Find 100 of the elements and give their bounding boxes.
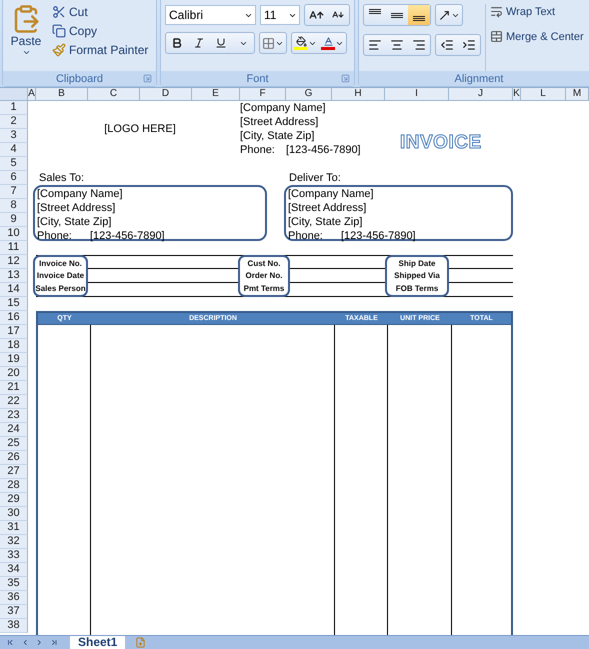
row-header[interactable]: 27 xyxy=(0,465,28,479)
paint-bucket-icon xyxy=(294,36,308,50)
column-header[interactable]: H xyxy=(332,88,385,100)
column-header[interactable]: L xyxy=(521,88,566,100)
align-center-icon xyxy=(390,38,404,52)
row-header[interactable]: 20 xyxy=(0,367,28,381)
logo-placeholder-text: [LOGO HERE] xyxy=(104,122,176,137)
row-header[interactable]: 22 xyxy=(0,395,28,409)
column-header[interactable]: C xyxy=(88,88,140,100)
column-header[interactable]: E xyxy=(192,88,240,100)
column-header[interactable]: B xyxy=(36,88,88,100)
column-header[interactable]: A xyxy=(28,88,36,100)
caret-icon xyxy=(22,48,30,57)
merge-cells-icon xyxy=(490,30,503,43)
group-label: Alignment xyxy=(454,72,504,84)
column-header[interactable]: F xyxy=(240,88,286,100)
merge-center-button[interactable]: Merge & Center xyxy=(489,29,585,44)
row-header[interactable]: 8 xyxy=(0,199,28,213)
row-header[interactable]: 17 xyxy=(0,325,28,339)
paintbrush-icon xyxy=(52,43,66,57)
row-header[interactable]: 30 xyxy=(0,507,28,521)
info-label: Ship Date xyxy=(398,258,436,268)
row-header[interactable]: 32 xyxy=(0,535,28,549)
row-header[interactable]: 33 xyxy=(0,549,28,563)
column-header[interactable]: J xyxy=(449,88,513,100)
row-header[interactable]: 37 xyxy=(0,605,28,619)
cut-button[interactable]: Cut xyxy=(51,4,150,20)
row-header[interactable]: 3 xyxy=(0,129,28,143)
row-header[interactable]: 35 xyxy=(0,577,28,591)
address-text: [Street Address] xyxy=(37,201,116,215)
row-header[interactable]: 2 xyxy=(0,115,28,129)
info-label: Invoice No. xyxy=(39,258,82,268)
align-right-icon xyxy=(412,38,426,52)
font-color-icon xyxy=(321,36,335,50)
phone-label: Phone: xyxy=(240,143,276,157)
row-header[interactable]: 1 xyxy=(0,101,28,115)
address-heading: Deliver To: xyxy=(288,171,342,185)
decrease-indent-icon xyxy=(440,38,454,52)
address-text: [City, State Zip] xyxy=(37,215,112,229)
row-header[interactable]: 9 xyxy=(0,213,28,227)
column-header[interactable]: K xyxy=(513,88,521,100)
row-header[interactable]: 6 xyxy=(0,171,28,185)
sheet-tab[interactable]: Sheet1 xyxy=(70,636,126,649)
row-header[interactable]: 16 xyxy=(0,311,28,325)
row-header[interactable]: 34 xyxy=(0,563,28,577)
paste-button[interactable]: Paste xyxy=(7,4,45,71)
bottom-align-button[interactable] xyxy=(408,5,430,25)
column-header[interactable]: D xyxy=(140,88,192,100)
diagonal-arrow-icon xyxy=(438,8,451,22)
address-text: [Company Name] xyxy=(37,187,123,201)
info-label: Sales Person xyxy=(35,284,86,294)
info-label: FOB Terms xyxy=(396,284,438,294)
column-header[interactable]: G xyxy=(286,88,332,100)
row-header[interactable]: 13 xyxy=(0,269,28,283)
invoice-title: INVOICE xyxy=(400,132,482,154)
font-size-field[interactable]: 11 xyxy=(260,5,300,25)
row-header[interactable]: 26 xyxy=(0,451,28,465)
row-header[interactable]: 36 xyxy=(0,591,28,605)
info-label: Cust No. xyxy=(248,258,280,268)
painter-button[interactable]: Format Painter xyxy=(51,42,150,58)
last-sheet-icon[interactable] xyxy=(50,638,58,647)
row-header[interactable]: 18 xyxy=(0,339,28,353)
bold-icon xyxy=(171,37,183,49)
row-header[interactable]: 4 xyxy=(0,143,28,157)
group-label: Font xyxy=(246,72,268,84)
row-header[interactable]: 21 xyxy=(0,381,28,395)
wrap-text-button[interactable]: Wrap Text xyxy=(489,4,585,19)
company-text: [City, State Zip] xyxy=(240,129,316,143)
row-header[interactable]: 12 xyxy=(0,255,28,269)
row-header[interactable]: 24 xyxy=(0,423,28,437)
phone-number: [123-456-7890] xyxy=(341,229,416,243)
info-label: Invoice Date xyxy=(36,271,84,280)
column-header[interactable]: M xyxy=(566,88,589,100)
row-header[interactable]: 25 xyxy=(0,437,28,451)
copy-button[interactable]: Copy xyxy=(51,23,150,39)
address-text: [Street Address] xyxy=(288,201,366,215)
info-label: Shipped Via xyxy=(394,271,440,280)
font-name-field[interactable]: Calibri xyxy=(165,5,256,25)
first-sheet-icon[interactable] xyxy=(6,638,14,647)
row-header[interactable]: 23 xyxy=(0,409,28,423)
row-header[interactable]: 5 xyxy=(0,157,28,171)
row-header[interactable]: 28 xyxy=(0,479,28,493)
next-sheet-icon[interactable] xyxy=(35,638,44,647)
row-header[interactable]: 29 xyxy=(0,493,28,507)
phone-number: [123-456-7890] xyxy=(286,143,362,157)
row-header[interactable]: 14 xyxy=(0,283,28,297)
row-header[interactable]: 7 xyxy=(0,185,28,199)
row-header[interactable]: 11 xyxy=(0,241,28,255)
row-header[interactable]: 31 xyxy=(0,521,28,535)
row-header[interactable]: 10 xyxy=(0,227,28,241)
row-header[interactable]: 15 xyxy=(0,297,28,311)
wrap-text-icon xyxy=(490,5,503,18)
increase-indent-icon xyxy=(462,38,476,52)
group-label: Clipboard xyxy=(56,72,104,84)
align-lines-icon xyxy=(369,9,381,14)
column-header[interactable]: I xyxy=(385,88,449,100)
row-header[interactable]: 38 xyxy=(0,619,28,633)
company-text: [Company Name] xyxy=(240,101,327,115)
row-header[interactable]: 19 xyxy=(0,353,28,367)
info-label: Order No. xyxy=(246,271,282,280)
